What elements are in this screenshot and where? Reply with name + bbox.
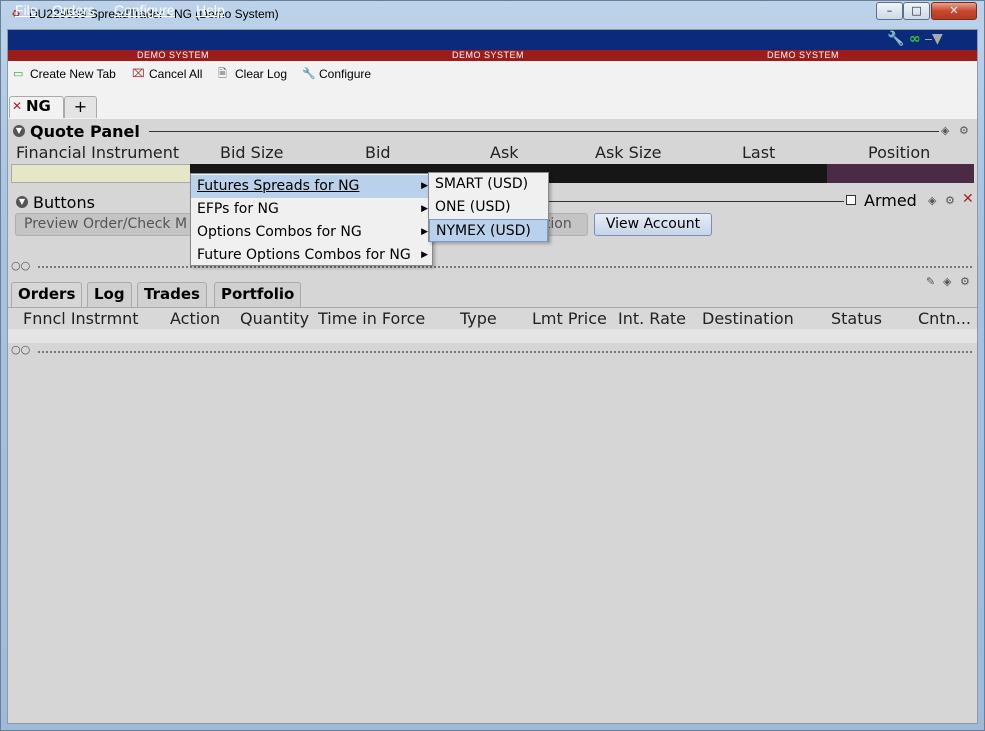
menu-help[interactable]: Help (196, 2, 225, 18)
link-icon[interactable]: ∞ (909, 31, 921, 47)
tab-ng-label: NG (26, 97, 51, 115)
new-tab-icon: ▭ (13, 68, 24, 80)
exchange-submenu: SMART (USD) ONE (USD) NYMEX (USD) (428, 172, 549, 242)
menu-item-future-options-combos[interactable]: Future Options Combos for NG ▶ (191, 244, 432, 267)
menu-item-label: Options Combos for NG (197, 224, 362, 240)
orders-table-body (8, 329, 977, 343)
detach-icon[interactable]: ◈ (928, 194, 936, 207)
armed-label: Armed (864, 191, 917, 210)
tab-strip (8, 90, 977, 119)
col-status[interactable]: Status (831, 309, 882, 328)
minimize-button[interactable]: – (876, 2, 903, 20)
splitter[interactable] (38, 351, 972, 355)
quote-row-position (827, 164, 974, 183)
cancel-all-label: Cancel All (149, 67, 203, 81)
submenu-item-one[interactable]: ONE (USD) (429, 196, 548, 219)
close-window-button[interactable]: ✕ (931, 2, 977, 20)
menu-configure[interactable]: Configure (114, 2, 175, 18)
submenu-arrow-icon: ▶ (421, 227, 428, 237)
quote-row-instrument-cell[interactable] (11, 164, 191, 183)
configure-label: Configure (319, 67, 372, 81)
splitter[interactable] (38, 266, 972, 270)
maximize-button[interactable]: □ (903, 2, 930, 20)
menu-item-label: Future Options Combos for NG (197, 247, 411, 263)
wrench-icon[interactable]: 🔧 (887, 31, 904, 47)
clear-log-label: Clear Log (235, 67, 288, 81)
col-ask-size[interactable]: Ask Size (595, 143, 661, 162)
col-bid[interactable]: Bid (365, 143, 391, 162)
col-type[interactable]: Type (460, 309, 497, 328)
detach-icon[interactable]: ◈ (943, 275, 951, 288)
collapse-buttons-panel-icon[interactable]: ▼ (16, 196, 28, 208)
tab-ng[interactable]: ✕ NG (9, 96, 64, 118)
create-new-tab-label: Create New Tab (30, 67, 116, 81)
clear-log-button[interactable]: 🗎 Clear Log (218, 67, 287, 81)
cancel-icon: ⌧ (132, 68, 145, 80)
demo-label: DEMO SYSTEM (452, 50, 525, 60)
col-cntn[interactable]: Cntn... (918, 309, 971, 328)
settings-icon[interactable]: ⚙ (959, 124, 969, 137)
submenu-item-smart[interactable]: SMART (USD) (429, 173, 548, 196)
armed-checkbox[interactable] (846, 195, 856, 205)
menu-item-label: Futures Spreads for NG (197, 178, 360, 194)
panel-resize-icon[interactable]: ○○ (11, 343, 30, 356)
col-destination[interactable]: Destination (702, 309, 794, 328)
menu-item-options-combos[interactable]: Options Combos for NG ▶ (191, 221, 432, 244)
menu-orders[interactable]: Orders (52, 2, 95, 18)
demo-label: DEMO SYSTEM (137, 50, 210, 60)
settings-icon[interactable]: ⚙ (945, 194, 955, 207)
tab-orders[interactable]: Orders (11, 282, 83, 308)
menu-bar (8, 30, 977, 50)
menu-item-futures-spreads[interactable]: Futures Spreads for NG ▶ (191, 175, 432, 198)
submenu-arrow-icon: ▶ (421, 204, 428, 214)
settings-icon[interactable]: ⚙ (960, 275, 970, 288)
add-tab-button[interactable]: + (64, 96, 97, 118)
submenu-arrow-icon: ▶ (421, 181, 428, 191)
tab-trades[interactable]: Trades (137, 282, 207, 308)
col-fnncl-instrmnt[interactable]: Fnncl Instrmnt (23, 309, 139, 328)
preview-order-button[interactable]: Preview Order/Check M (15, 213, 195, 236)
col-last[interactable]: Last (742, 143, 775, 162)
tab-log[interactable]: Log (87, 282, 132, 308)
pin-icon[interactable]: ⎯▼ (925, 31, 943, 47)
menubar-tools: 🔧 ∞ ⎯▼ (887, 31, 943, 47)
submenu-arrow-icon: ▶ (421, 250, 428, 260)
demo-label: DEMO SYSTEM (767, 50, 840, 60)
col-lmt-price[interactable]: Lmt Price (532, 309, 607, 328)
col-position[interactable]: Position (868, 143, 930, 162)
configure-button[interactable]: 🔧 Configure (302, 67, 371, 81)
document-icon: 🗎 (218, 68, 227, 80)
col-int-rate[interactable]: Int. Rate (618, 309, 686, 328)
submenu-item-nymex[interactable]: NYMEX (USD) (429, 219, 548, 242)
detach-icon[interactable]: ◈ (941, 124, 949, 137)
col-time-in-force[interactable]: Time in Force (318, 309, 425, 328)
col-action[interactable]: Action (170, 309, 220, 328)
close-tab-icon[interactable]: ✕ (12, 99, 22, 113)
tab-portfolio[interactable]: Portfolio (214, 282, 302, 308)
col-quantity[interactable]: Quantity (240, 309, 309, 328)
create-new-tab-button[interactable]: ▭ Create New Tab (13, 67, 116, 81)
menu-item-label: EFPs for NG (197, 201, 279, 217)
col-bid-size[interactable]: Bid Size (220, 143, 284, 162)
panel-divider (149, 131, 939, 132)
col-financial-instrument[interactable]: Financial Instrument (16, 143, 179, 162)
panel-resize-icon[interactable]: ○○ (11, 259, 30, 272)
quote-panel-title: Quote Panel (30, 122, 140, 141)
view-account-button[interactable]: View Account (594, 213, 712, 236)
buttons-panel-title: Buttons (33, 193, 95, 212)
cancel-all-button[interactable]: ⌧ Cancel All (132, 67, 202, 81)
context-menu: Futures Spreads for NG ▶ EFPs for NG ▶ O… (190, 173, 433, 266)
wrench-icon: 🔧 (302, 68, 316, 80)
collapse-quote-panel-icon[interactable]: ▼ (13, 125, 25, 137)
edit-icon[interactable]: ✎ (926, 275, 935, 288)
close-panel-icon[interactable]: ✕ (962, 191, 974, 207)
col-ask[interactable]: Ask (490, 143, 519, 162)
menu-item-efps[interactable]: EFPs for NG ▶ (191, 198, 432, 221)
menu-file[interactable]: File (15, 2, 38, 18)
